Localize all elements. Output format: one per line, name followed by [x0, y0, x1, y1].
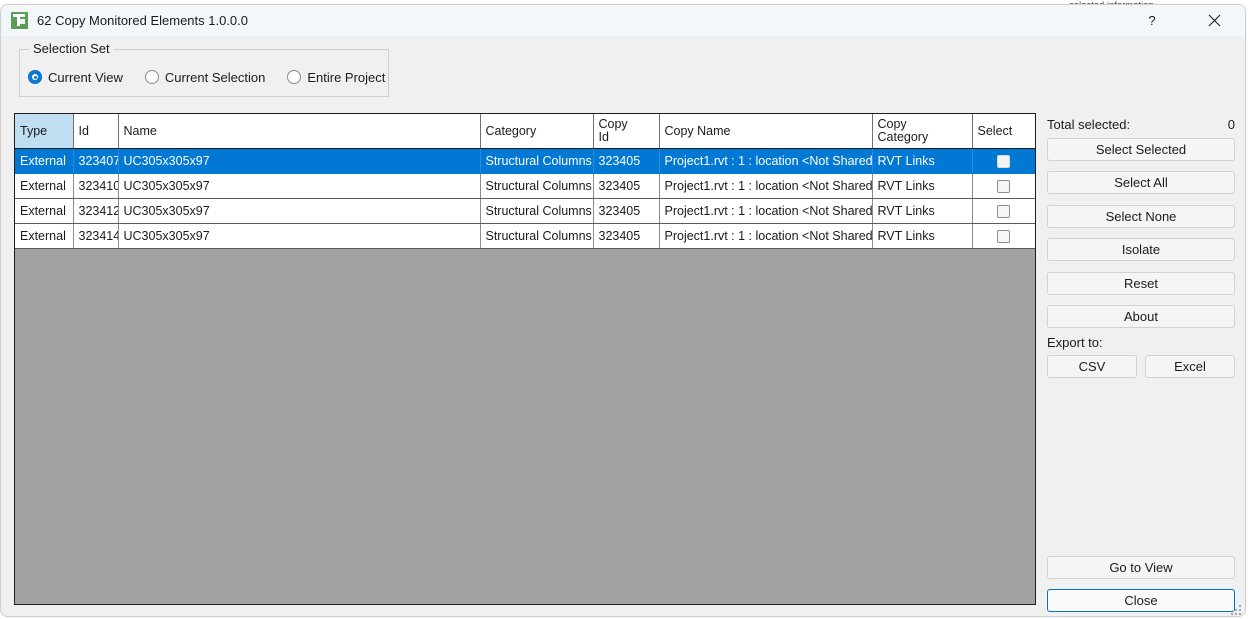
table-header: Type Id Name Category CopyId Copy Name C…: [15, 114, 1035, 149]
app-logo-icon: [11, 12, 28, 29]
cell-type: External: [15, 174, 73, 199]
elements-data-grid[interactable]: Type Id Name Category CopyId Copy Name C…: [14, 113, 1036, 605]
radio-current-view[interactable]: Current View: [28, 70, 123, 85]
cell-copy-name: Project1.rvt : 1 : location <Not Shared>: [659, 199, 872, 224]
cell-copy-name: Project1.rvt : 1 : location <Not Shared>: [659, 224, 872, 249]
row-select-checkbox[interactable]: [997, 205, 1010, 218]
total-selected-row: Total selected: 0: [1047, 117, 1235, 132]
selection-set-radio-row: Current View Current Selection Entire Pr…: [28, 67, 407, 87]
cell-copy-id: 323405: [593, 199, 659, 224]
cell-copy-id: 323405: [593, 174, 659, 199]
cell-category: Structural Columns: [480, 199, 593, 224]
cell-category: Structural Columns: [480, 149, 593, 174]
radio-entire-project-label: Entire Project: [307, 70, 385, 85]
column-header-type[interactable]: Type: [15, 114, 73, 149]
reset-button[interactable]: Reset: [1047, 272, 1235, 295]
cell-id: 323407: [73, 149, 118, 174]
radio-mark-icon: [28, 70, 42, 84]
cell-copy-name: Project1.rvt : 1 : location <Not Shared>: [659, 174, 872, 199]
table-row[interactable]: External323407UC305x305x97Structural Col…: [15, 149, 1035, 174]
select-selected-button[interactable]: Select Selected: [1047, 138, 1235, 161]
title-bar: 62 Copy Monitored Elements 1.0.0.0 ?: [1, 5, 1245, 36]
table-row[interactable]: External323410UC305x305x97Structural Col…: [15, 174, 1035, 199]
cell-select[interactable]: [972, 224, 1035, 249]
go-to-view-button[interactable]: Go to View: [1047, 556, 1235, 579]
cell-id: 323412: [73, 199, 118, 224]
cell-name: UC305x305x97: [118, 149, 480, 174]
cell-category: Structural Columns: [480, 174, 593, 199]
resize-grip[interactable]: [1229, 603, 1241, 615]
table-row[interactable]: External323412UC305x305x97Structural Col…: [15, 199, 1035, 224]
radio-current-view-label: Current View: [48, 70, 123, 85]
row-select-checkbox[interactable]: [997, 155, 1010, 168]
cell-copy-id: 323405: [593, 149, 659, 174]
column-header-name[interactable]: Name: [118, 114, 480, 149]
window-title: 62 Copy Monitored Elements 1.0.0.0: [37, 13, 248, 28]
selection-set-legend: Selection Set: [29, 41, 114, 56]
side-panel: Total selected: 0 Select Selected Select…: [1047, 113, 1235, 617]
radio-mark-icon: [287, 70, 301, 84]
row-select-checkbox[interactable]: [997, 230, 1010, 243]
cell-id: 323414: [73, 224, 118, 249]
select-all-button[interactable]: Select All: [1047, 171, 1235, 194]
column-header-category[interactable]: Category: [480, 114, 593, 149]
column-header-copy-id[interactable]: CopyId: [593, 114, 659, 149]
total-selected-label: Total selected:: [1047, 117, 1130, 132]
cell-copy-category: RVT Links: [872, 199, 972, 224]
elements-table: Type Id Name Category CopyId Copy Name C…: [15, 114, 1036, 249]
cell-category: Structural Columns: [480, 224, 593, 249]
cell-copy-category: RVT Links: [872, 224, 972, 249]
column-header-copy-name[interactable]: Copy Name: [659, 114, 872, 149]
close-dialog-button[interactable]: Close: [1047, 589, 1235, 612]
column-header-select[interactable]: Select: [972, 114, 1035, 149]
cell-copy-name: Project1.rvt : 1 : location <Not Shared>: [659, 149, 872, 174]
about-button[interactable]: About: [1047, 305, 1235, 328]
total-selected-value: 0: [1228, 117, 1235, 132]
cell-type: External: [15, 199, 73, 224]
client-area: Selection Set Current View Current Selec…: [1, 36, 1245, 617]
radio-mark-icon: [145, 70, 159, 84]
cell-select[interactable]: [972, 149, 1035, 174]
cell-name: UC305x305x97: [118, 224, 480, 249]
radio-entire-project[interactable]: Entire Project: [287, 70, 385, 85]
cell-copy-category: RVT Links: [872, 149, 972, 174]
select-none-button[interactable]: Select None: [1047, 205, 1235, 228]
column-header-id[interactable]: Id: [73, 114, 118, 149]
close-icon: [1208, 14, 1221, 27]
cell-select[interactable]: [972, 199, 1035, 224]
row-select-checkbox[interactable]: [997, 180, 1010, 193]
cell-name: UC305x305x97: [118, 199, 480, 224]
table-header-row: Type Id Name Category CopyId Copy Name C…: [15, 114, 1035, 149]
isolate-button[interactable]: Isolate: [1047, 238, 1235, 261]
cell-id: 323410: [73, 174, 118, 199]
cell-copy-id: 323405: [593, 224, 659, 249]
table-row[interactable]: External323414UC305x305x97Structural Col…: [15, 224, 1035, 249]
cell-type: External: [15, 149, 73, 174]
cell-name: UC305x305x97: [118, 174, 480, 199]
selection-set-group: Selection Set Current View Current Selec…: [19, 49, 389, 97]
help-button[interactable]: ?: [1129, 5, 1175, 36]
radio-current-selection-label: Current Selection: [165, 70, 265, 85]
close-window-button[interactable]: [1191, 5, 1237, 36]
table-body: External323407UC305x305x97Structural Col…: [15, 149, 1035, 249]
export-to-label: Export to:: [1047, 335, 1103, 350]
export-excel-button[interactable]: Excel: [1145, 355, 1235, 378]
cell-select[interactable]: [972, 174, 1035, 199]
column-header-copy-category[interactable]: CopyCategory: [872, 114, 972, 149]
cell-type: External: [15, 224, 73, 249]
export-csv-button[interactable]: CSV: [1047, 355, 1137, 378]
cell-copy-category: RVT Links: [872, 174, 972, 199]
radio-current-selection[interactable]: Current Selection: [145, 70, 265, 85]
app-window: 62 Copy Monitored Elements 1.0.0.0 ? Sel…: [0, 4, 1246, 617]
